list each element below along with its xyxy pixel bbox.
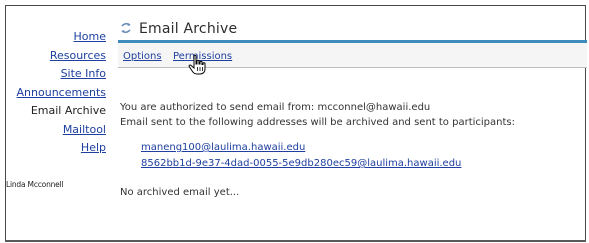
sidebar-nav: Home Resources Site Info Announcements E… bbox=[6, 28, 106, 158]
archive-info-message: Email sent to the following addresses wi… bbox=[120, 117, 515, 128]
reset-icon[interactable] bbox=[119, 21, 133, 35]
page-title: Email Archive bbox=[139, 21, 238, 37]
options-link[interactable]: Options bbox=[123, 51, 162, 62]
archive-address-link[interactable]: maneng100@laulima.hawaii.edu bbox=[141, 142, 305, 153]
sidebar-item-site-info[interactable]: Site Info bbox=[6, 65, 106, 84]
bottom-border bbox=[5, 240, 586, 242]
sidebar-item-help[interactable]: Help bbox=[6, 139, 106, 158]
archive-address-link[interactable]: 8562bb1d-9e37-4dad-0055-5e9db280ec59@lau… bbox=[141, 158, 461, 169]
sidebar-item-announcements[interactable]: Announcements bbox=[6, 84, 106, 103]
sidebar-item-email-archive: Email Archive bbox=[30, 104, 106, 117]
hand-cursor-icon bbox=[188, 55, 206, 75]
authorized-message: You are authorized to send email from: m… bbox=[120, 102, 431, 113]
sidebar-item-resources[interactable]: Resources bbox=[6, 47, 106, 66]
empty-state-message: No archived email yet... bbox=[120, 187, 240, 198]
sidebar-item-mailtool[interactable]: Mailtool bbox=[6, 121, 106, 140]
user-name: Linda Mcconnell bbox=[6, 180, 64, 189]
tool-title-bar: Email Archive bbox=[119, 18, 587, 42]
sidebar-item-home[interactable]: Home bbox=[6, 28, 106, 47]
